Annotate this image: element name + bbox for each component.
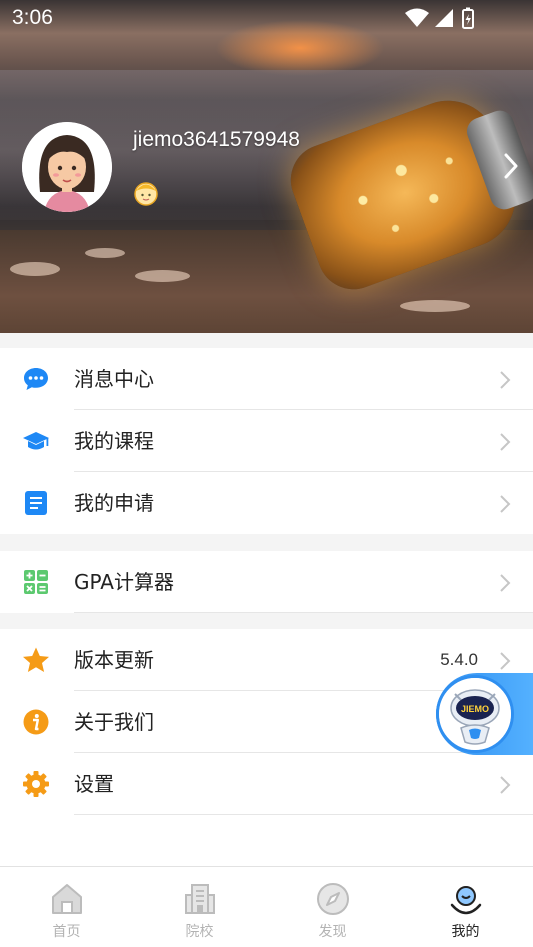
status-icons bbox=[405, 7, 474, 29]
info-icon bbox=[23, 709, 49, 735]
avatar-girl-icon bbox=[22, 122, 112, 212]
bottom-tabbar: 首页 院校 发现 我的 bbox=[0, 866, 533, 947]
level-badge-icon bbox=[134, 182, 158, 206]
status-bar: 3:06 bbox=[0, 0, 533, 36]
application-doc-icon bbox=[25, 491, 47, 515]
hero-foam bbox=[400, 300, 470, 312]
tab-schools[interactable]: 院校 bbox=[133, 867, 266, 947]
menu-item-label: 我的申请 bbox=[74, 491, 154, 515]
avatar[interactable] bbox=[22, 122, 112, 212]
tab-home[interactable]: 首页 bbox=[0, 867, 133, 947]
chevron-right-icon bbox=[500, 776, 511, 794]
school-building-icon bbox=[185, 884, 215, 914]
gear-icon bbox=[23, 771, 49, 797]
graduation-cap-icon bbox=[23, 432, 49, 450]
message-bubble-icon bbox=[24, 368, 48, 390]
menu-group-tools: GPA计算器 bbox=[0, 551, 533, 613]
home-icon bbox=[52, 884, 82, 914]
tab-label: 发现 bbox=[318, 924, 347, 940]
signal-icon bbox=[435, 9, 453, 27]
status-time: 3:06 bbox=[12, 6, 53, 29]
chevron-right-icon bbox=[500, 371, 511, 389]
menu-item-settings[interactable]: 设置 bbox=[0, 753, 533, 815]
menu-item-label: GPA计算器 bbox=[74, 570, 174, 594]
menu-item-label: 我的课程 bbox=[74, 429, 154, 453]
menu-group-primary: 消息中心 我的课程 我的申请 bbox=[0, 348, 533, 534]
divider bbox=[74, 612, 533, 613]
profile-chevron-right-icon[interactable] bbox=[502, 152, 520, 180]
hero-foam bbox=[85, 248, 125, 258]
chevron-right-icon bbox=[500, 574, 511, 592]
menu-item-label: 版本更新 bbox=[74, 648, 154, 672]
chevron-right-icon bbox=[500, 652, 511, 670]
divider bbox=[74, 814, 533, 815]
tab-discover[interactable]: 发现 bbox=[266, 867, 399, 947]
profile-header: 3:06 jiemo3641579948 bbox=[0, 0, 533, 333]
username: jiemo3641579948 bbox=[133, 128, 300, 151]
tab-label: 首页 bbox=[52, 924, 81, 940]
robot-logo-text: JIEMO bbox=[461, 704, 489, 714]
floating-assistant-button[interactable]: JIEMO bbox=[436, 675, 514, 753]
chevron-right-icon bbox=[500, 495, 511, 513]
star-icon bbox=[23, 647, 49, 672]
menu-item-message-center[interactable]: 消息中心 bbox=[0, 348, 533, 410]
hero-foam bbox=[10, 262, 60, 276]
menu-item-my-applications[interactable]: 我的申请 bbox=[0, 472, 533, 534]
tab-mine[interactable]: 我的 bbox=[399, 867, 532, 947]
tab-label: 我的 bbox=[451, 924, 480, 940]
robot-assistant-icon: JIEMO bbox=[439, 678, 511, 750]
menu-item-label: 消息中心 bbox=[74, 367, 154, 391]
chevron-right-icon bbox=[500, 433, 511, 451]
compass-icon bbox=[317, 883, 349, 915]
menu-item-gpa-calculator[interactable]: GPA计算器 bbox=[0, 551, 533, 613]
hero-foam bbox=[135, 270, 190, 282]
tab-label: 院校 bbox=[185, 924, 214, 940]
profile-icon bbox=[450, 886, 482, 915]
calculator-icon bbox=[24, 570, 48, 594]
wifi-icon bbox=[405, 8, 429, 27]
menu-item-label: 关于我们 bbox=[74, 710, 154, 734]
menu-item-my-courses[interactable]: 我的课程 bbox=[0, 410, 533, 472]
menu-item-label: 设置 bbox=[74, 772, 114, 796]
